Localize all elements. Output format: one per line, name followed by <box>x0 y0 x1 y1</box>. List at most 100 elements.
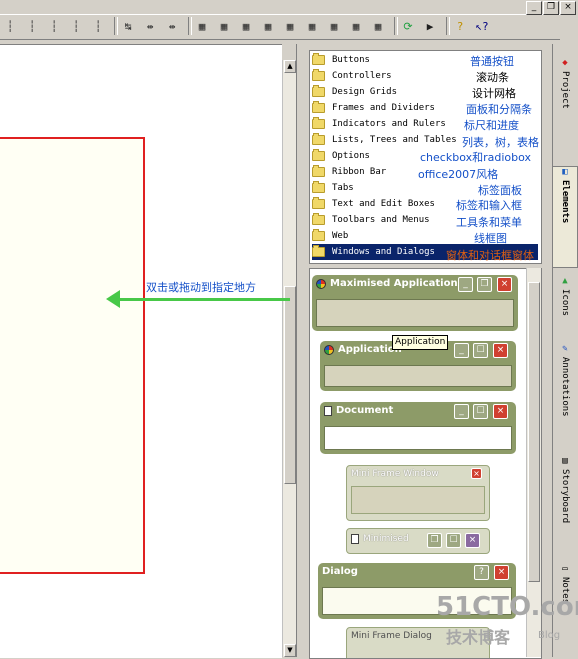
widget-title: Application <box>324 344 402 355</box>
document-icon <box>351 534 359 544</box>
layout-icon[interactable]: ▦ <box>194 18 210 34</box>
distribute-icon[interactable]: ⇹ <box>142 18 158 34</box>
refresh-icon[interactable]: ⟳ <box>400 18 416 34</box>
folder-icon <box>312 53 325 65</box>
widget-body <box>324 365 512 387</box>
widget-title: Document <box>324 405 393 416</box>
window-controls: _ ❐ × <box>526 1 576 15</box>
folder-icon <box>312 229 325 241</box>
annotation-icon: ✎ <box>560 344 570 354</box>
scroll-thumb[interactable] <box>284 286 296 484</box>
restore-button[interactable]: ❐ <box>543 1 559 15</box>
widget-title-text: Document <box>336 405 394 416</box>
layout-icon[interactable]: ▦ <box>216 18 232 34</box>
align-icon[interactable]: ┆ <box>46 18 62 34</box>
layout-icon[interactable]: ▦ <box>238 18 254 34</box>
side-tabs: ◆ Project ◧ Elements ▲ Icons ✎ Annotations ▤… <box>552 44 578 657</box>
widget-title-text: Minimised <box>363 534 409 544</box>
context-help-icon[interactable]: ↖? <box>474 18 490 34</box>
layout-icon[interactable]: ▦ <box>326 18 342 34</box>
folder-icon <box>312 117 325 129</box>
mini-frame-window-widget[interactable]: Mini Frame Window × <box>346 465 490 521</box>
list-item-label: Design Grids <box>332 87 398 97</box>
scroll-up-arrow[interactable]: ▲ <box>284 60 296 73</box>
maximised-application-widget[interactable]: Maximised Application _ ❐ × <box>312 275 518 331</box>
preview-scroll-thumb[interactable] <box>528 282 540 582</box>
help-icon[interactable]: ? <box>452 18 468 34</box>
list-item-label: Frames and Dividers <box>332 103 435 113</box>
minimize-icon: _ <box>458 277 473 292</box>
folder-icon <box>312 69 325 81</box>
close-icon: × <box>465 533 480 548</box>
distribute-icon[interactable]: ⇹ <box>164 18 180 34</box>
storyboard-icon: ▤ <box>560 456 570 466</box>
widget-title-text: Mini Frame Window <box>351 469 439 479</box>
toolbar-separator <box>446 17 450 35</box>
widget-title: Maximised Application <box>316 278 458 289</box>
tab-project[interactable]: ◆ Project <box>553 58 577 158</box>
minimize-button[interactable]: _ <box>526 1 542 15</box>
folder-icon <box>312 197 325 209</box>
widget-title-text: Dialog <box>322 566 358 577</box>
tab-label: Storyboard <box>560 469 570 524</box>
list-item-label: Ribbon Bar <box>332 167 387 177</box>
canvas-frame[interactable] <box>0 137 145 574</box>
annotation-web: 线框图 <box>474 232 507 245</box>
tab-label: Annotations <box>560 357 570 417</box>
tab-elements[interactable]: ◧ Elements <box>553 166 578 268</box>
list-item-label: Indicators and Rulers <box>332 119 446 129</box>
align-icon[interactable]: ┆ <box>24 18 40 34</box>
layout-icon[interactable]: ▦ <box>348 18 364 34</box>
help-icon: ? <box>474 565 489 580</box>
tab-annotations[interactable]: ✎ Annotations <box>553 344 577 449</box>
folder-icon <box>312 245 325 257</box>
widget-body <box>351 486 485 514</box>
close-button[interactable]: × <box>560 1 576 15</box>
folder-icon <box>312 181 325 193</box>
layout-icon[interactable]: ▦ <box>304 18 320 34</box>
play-icon[interactable]: ▶ <box>422 18 438 34</box>
annotation-buttons: 普通按钮 <box>470 55 514 68</box>
canvas-vertical-scrollbar[interactable]: ▲ ▼ <box>282 60 297 657</box>
folder-icon <box>312 165 325 177</box>
layout-icon[interactable]: ▦ <box>260 18 276 34</box>
tab-label: Project <box>560 71 570 109</box>
app-icon <box>316 278 326 289</box>
widget-title-text: Maximised Application <box>330 278 458 289</box>
align-icon[interactable]: ┆ <box>90 18 106 34</box>
layout-icon[interactable]: ▦ <box>370 18 386 34</box>
scroll-down-arrow[interactable]: ▼ <box>284 644 296 657</box>
annotation-text-boxes: 标签和输入框 <box>456 199 522 212</box>
close-icon: × <box>493 404 508 419</box>
toolbar-separator <box>394 17 398 35</box>
watermark-blog: Blog <box>538 630 561 641</box>
maximize-icon: ☐ <box>473 404 488 419</box>
list-item-label: Web <box>332 231 349 241</box>
drag-arrow-head <box>106 290 120 308</box>
align-icon[interactable]: ┆ <box>2 18 18 34</box>
notes-icon: ▭ <box>560 564 570 574</box>
tab-icons[interactable]: ▲ Icons <box>553 276 577 336</box>
close-icon: × <box>493 343 508 358</box>
transform-icon[interactable]: ↹ <box>120 18 136 34</box>
widget-body <box>324 426 512 450</box>
align-icon[interactable]: ┆ <box>68 18 84 34</box>
restore-icon: ❐ <box>427 533 442 548</box>
tooltip: Application <box>392 335 449 350</box>
list-item-label: Controllers <box>332 71 392 81</box>
close-icon: × <box>497 277 512 292</box>
folder-icon <box>312 149 325 161</box>
watermark-site: 51CTO.com <box>436 592 578 622</box>
annotation-lists: 列表，树，表格 <box>462 136 539 149</box>
list-item-label: Options <box>332 151 370 161</box>
list-item-label: Text and Edit Boxes <box>332 199 435 209</box>
annotation-controllers: 滚动条 <box>476 71 509 84</box>
list-item-label: Toolbars and Menus <box>332 215 430 225</box>
drag-annotation: 双击或拖动到指定地方 <box>146 281 256 294</box>
document-widget[interactable]: Document _ ☐ × <box>320 402 516 454</box>
minimised-widget[interactable]: Minimised ❐ ☐ × <box>346 528 490 554</box>
close-icon: × <box>471 468 482 479</box>
elements-icon: ◧ <box>560 167 570 177</box>
layout-icon[interactable]: ▦ <box>282 18 298 34</box>
tab-storyboard[interactable]: ▤ Storyboard <box>553 456 577 556</box>
